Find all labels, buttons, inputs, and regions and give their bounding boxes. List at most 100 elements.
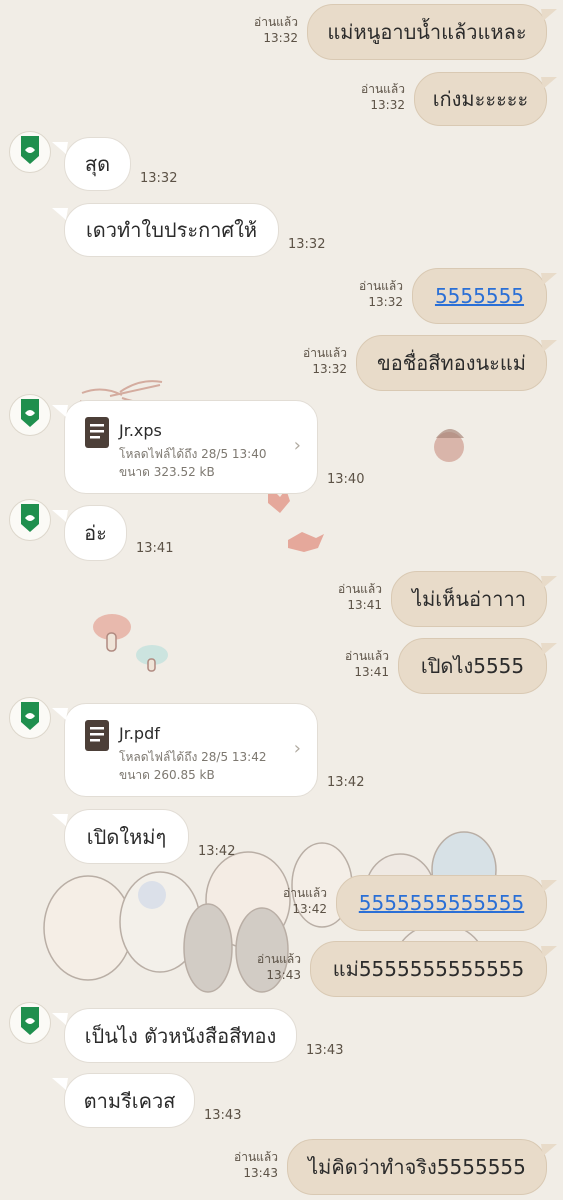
message-time: 13:41 <box>136 541 174 556</box>
message-text: แม่5555555555555 <box>332 957 525 981</box>
message-text: ตามรีเควส <box>83 1088 176 1113</box>
message-time: 13:40 <box>327 472 365 487</box>
read-label: อ่านแล้ว <box>234 1150 278 1164</box>
file-expiry: โหลดไฟล์ได้ถึง 28/5 13:40 <box>119 447 267 461</box>
outgoing-message: เปิดไง5555 อ่านแล้ว 13:41 <box>0 638 563 694</box>
incoming-message: ตามรีเควส 13:43 <box>0 1073 563 1128</box>
contact-avatar[interactable] <box>9 1002 51 1044</box>
incoming-message: อ่ะ 13:41 <box>0 499 563 561</box>
read-receipt: อ่านแล้ว 13:32 <box>361 81 405 113</box>
chevron-right-icon[interactable]: › <box>294 738 301 759</box>
read-receipt: อ่านแล้ว 13:41 <box>345 648 389 680</box>
message-bubble[interactable]: เป็นไง ตัวหนังสือสีทอง <box>64 1008 297 1063</box>
bubble-tail <box>541 339 557 353</box>
read-label: อ่านแล้ว <box>338 582 382 596</box>
read-receipt: อ่านแล้ว 13:41 <box>338 581 382 613</box>
file-size: ขนาด 323.52 kB <box>119 465 215 479</box>
message-link[interactable]: 5555555555555 <box>359 891 524 915</box>
message-bubble[interactable]: สุด <box>64 137 131 191</box>
bubble-tail <box>541 642 557 656</box>
bubble-tail <box>541 1143 557 1157</box>
contact-avatar[interactable] <box>9 697 51 739</box>
file-expiry: โหลดไฟล์ได้ถึง 28/5 13:42 <box>119 750 267 764</box>
message-time: 13:42 <box>198 844 236 859</box>
read-receipt: อ่านแล้ว 13:32 <box>359 278 403 310</box>
bubble-tail <box>541 272 557 286</box>
file-message: Jr.pdf โหลดไฟล์ได้ถึง 28/5 13:42 ขนาด 260.… <box>0 697 563 799</box>
read-receipt: อ่านแล้ว 13:32 <box>254 14 298 46</box>
message-text: เก่งมะะะะะ <box>432 87 529 111</box>
message-time: 13:32 <box>263 31 298 46</box>
message-bubble[interactable]: เปิดใหม่ๆ <box>64 809 189 864</box>
message-text: ขอชื่อสีทองนะแม่ <box>377 351 526 375</box>
message-bubble[interactable]: ไม่คิดว่าทำจริง5555555 <box>287 1139 547 1195</box>
message-time: 13:42 <box>327 775 365 790</box>
message-bubble[interactable]: 5555555 <box>412 268 547 324</box>
contact-avatar[interactable] <box>9 394 51 436</box>
read-receipt: อ่านแล้ว 13:32 <box>303 345 347 377</box>
message-text: ไม่เห็นอ่าาาา <box>412 587 526 611</box>
file-name: Jr.xps <box>119 421 162 440</box>
contact-avatar[interactable] <box>9 499 51 541</box>
message-text: อ่ะ <box>84 521 107 545</box>
chevron-right-icon[interactable]: › <box>294 435 301 456</box>
message-text: ไม่คิดว่าทำจริง5555555 <box>308 1155 526 1179</box>
message-bubble[interactable]: ไม่เห็นอ่าาาา <box>391 571 547 627</box>
message-bubble[interactable]: เปิดไง5555 <box>398 638 547 694</box>
read-label: อ่านแล้ว <box>359 279 403 293</box>
read-label: อ่านแล้ว <box>254 15 298 29</box>
message-time: 13:32 <box>370 98 405 113</box>
message-time: 13:43 <box>243 1166 278 1181</box>
message-text: เปิดใหม่ๆ <box>86 824 167 849</box>
file-size: ขนาด 260.85 kB <box>119 768 215 782</box>
message-time: 13:32 <box>288 237 326 252</box>
read-receipt: อ่านแล้ว 13:42 <box>283 885 327 917</box>
message-time: 13:32 <box>312 362 347 377</box>
read-label: อ่านแล้ว <box>361 82 405 96</box>
message-time: 13:42 <box>292 902 327 917</box>
read-label: อ่านแล้ว <box>345 649 389 663</box>
message-bubble[interactable]: ตามรีเควส <box>64 1073 195 1128</box>
read-receipt: อ่านแล้ว 13:43 <box>234 1149 278 1181</box>
outgoing-message: แม่หนูอาบน้ำแล้วแหละ อ่านแล้ว 13:32 <box>0 4 563 60</box>
bubble-tail <box>52 207 68 221</box>
read-label: อ่านแล้ว <box>283 886 327 900</box>
outgoing-message: 5555555555555 อ่านแล้ว 13:42 <box>0 875 563 931</box>
file-attachment-card[interactable]: Jr.xps โหลดไฟล์ได้ถึง 28/5 13:40 ขนาด 323.… <box>64 400 318 494</box>
file-name: Jr.pdf <box>119 724 160 743</box>
bubble-tail <box>52 1012 68 1026</box>
read-label: อ่านแล้ว <box>303 346 347 360</box>
read-label: อ่านแล้ว <box>257 952 301 966</box>
message-time: 13:43 <box>204 1108 242 1123</box>
incoming-message: เปิดใหม่ๆ 13:42 <box>0 809 563 864</box>
outgoing-message: เก่งมะะะะะ อ่านแล้ว 13:32 <box>0 72 563 126</box>
bubble-tail <box>52 707 68 721</box>
message-bubble[interactable]: แม่หนูอาบน้ำแล้วแหละ <box>307 4 547 60</box>
bubble-tail <box>52 404 68 418</box>
message-text: เป็นไง ตัวหนังสือสีทอง <box>84 1023 277 1048</box>
file-message: Jr.xps โหลดไฟล์ได้ถึง 28/5 13:40 ขนาด 323.… <box>0 394 563 496</box>
message-bubble[interactable]: อ่ะ <box>64 505 127 561</box>
message-bubble[interactable]: 5555555555555 <box>336 875 547 931</box>
contact-avatar[interactable] <box>9 131 51 173</box>
read-receipt: อ่านแล้ว 13:43 <box>257 951 301 983</box>
message-link[interactable]: 5555555 <box>435 284 524 308</box>
outgoing-message: 5555555 อ่านแล้ว 13:32 <box>0 268 563 324</box>
bubble-tail <box>541 76 557 90</box>
incoming-message: เป็นไง ตัวหนังสือสีทอง 13:43 <box>0 1002 563 1063</box>
outgoing-message: ไม่คิดว่าทำจริง5555555 อ่านแล้ว 13:43 <box>0 1139 563 1195</box>
message-bubble[interactable]: ขอชื่อสีทองนะแม่ <box>356 335 547 391</box>
message-bubble[interactable]: เดวทำใบประกาศให้ <box>64 203 279 257</box>
bubble-tail <box>541 879 557 893</box>
incoming-message: เดวทำใบประกาศให้ 13:32 <box>0 203 563 257</box>
bubble-tail <box>541 945 557 959</box>
document-icon <box>85 720 109 751</box>
message-bubble[interactable]: แม่5555555555555 <box>310 941 547 997</box>
message-bubble[interactable]: เก่งมะะะะะ <box>414 72 547 126</box>
outgoing-message: ไม่เห็นอ่าาาา อ่านแล้ว 13:41 <box>0 571 563 627</box>
document-icon <box>85 417 109 448</box>
message-text: แม่หนูอาบน้ำแล้วแหละ <box>327 20 527 44</box>
bubble-tail <box>541 8 557 22</box>
bubble-tail <box>52 1077 68 1091</box>
file-attachment-card[interactable]: Jr.pdf โหลดไฟล์ได้ถึง 28/5 13:42 ขนาด 260.… <box>64 703 318 797</box>
